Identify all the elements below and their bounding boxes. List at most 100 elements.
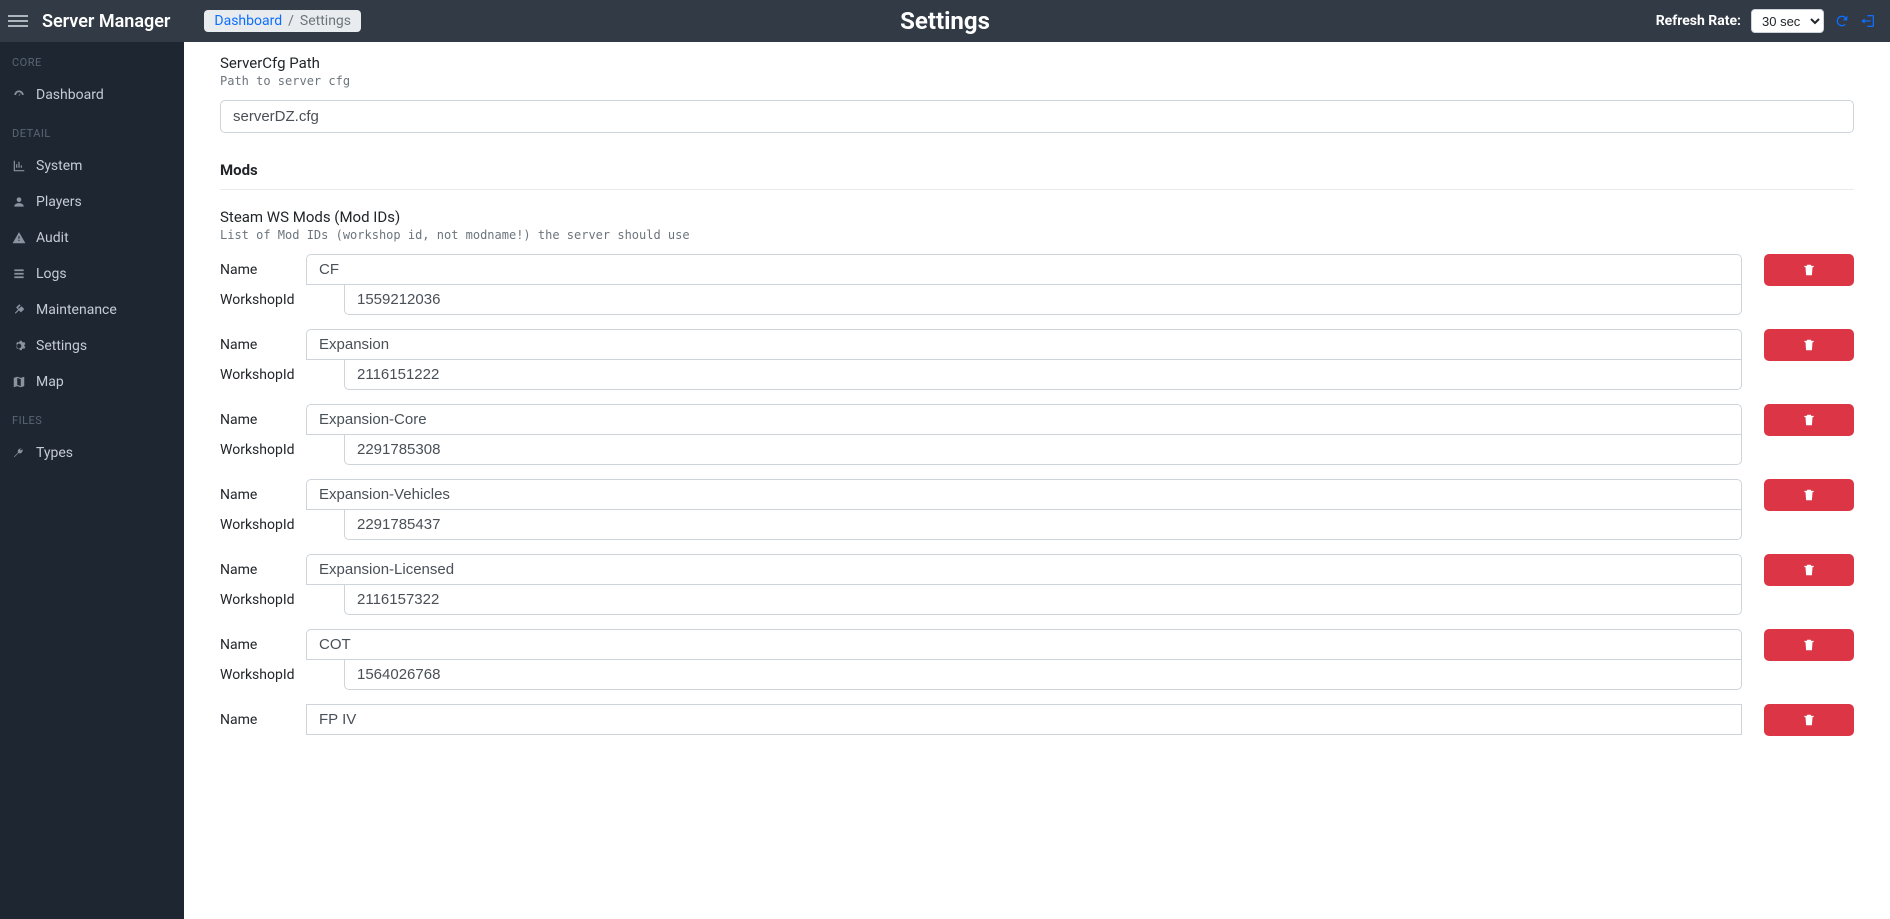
delete-mod-button[interactable] xyxy=(1764,554,1854,586)
logout-icon[interactable] xyxy=(1860,13,1876,29)
sidebar-item-system[interactable]: System xyxy=(0,148,184,184)
mod-fields: Name WorkshopId xyxy=(220,629,1742,690)
tools-icon xyxy=(12,303,26,317)
warning-icon xyxy=(12,231,26,245)
servercfg-label: ServerCfg Path xyxy=(220,54,1854,72)
sidebar-item-label: Dashboard xyxy=(36,87,104,103)
mod-name-label: Name xyxy=(220,337,306,353)
mod-name-input[interactable] xyxy=(306,254,1742,285)
mod-fields: Name WorkshopId xyxy=(220,404,1742,465)
sidebar-item-audit[interactable]: Audit xyxy=(0,220,184,256)
mod-name-label: Name xyxy=(220,637,306,653)
sidebar-item-players[interactable]: Players xyxy=(0,184,184,220)
mods-section-title: Mods xyxy=(220,161,1854,179)
mod-fields: NameWorkshopId xyxy=(220,254,1742,315)
mod-name-row: Name xyxy=(220,629,1742,660)
steam-mods-field: Steam WS Mods (Mod IDs) List of Mod IDs … xyxy=(220,208,1854,736)
sidebar-item-label: Types xyxy=(36,445,73,461)
delete-mod-button[interactable] xyxy=(1764,404,1854,436)
sidebar-item-label: Map xyxy=(36,374,64,390)
menu-toggle[interactable] xyxy=(8,11,28,31)
sidebar-item-map[interactable]: Map xyxy=(0,364,184,400)
mod-name-input[interactable] xyxy=(306,329,1742,360)
delete-mod-button[interactable] xyxy=(1764,329,1854,361)
mod-row: Name WorkshopId xyxy=(220,404,1854,465)
mod-name-row: Name xyxy=(220,404,1742,435)
mod-name-row: Name xyxy=(220,704,1742,735)
user-icon xyxy=(12,195,26,209)
breadcrumb-sep: / xyxy=(282,13,300,29)
mod-name-row: Name xyxy=(220,254,1742,285)
topbar: Server Manager Dashboard / Settings Sett… xyxy=(0,0,1890,42)
delete-mod-button[interactable] xyxy=(1764,704,1854,736)
mod-id-input[interactable] xyxy=(344,584,1742,615)
sidebar-item-label: Audit xyxy=(36,230,69,246)
sidebar-item-label: System xyxy=(36,158,82,174)
sidebar-item-logs[interactable]: Logs xyxy=(0,256,184,292)
mod-id-label: WorkshopId xyxy=(220,367,306,383)
mod-id-input[interactable] xyxy=(344,509,1742,540)
wrench-icon xyxy=(12,446,26,460)
delete-mod-button[interactable] xyxy=(1764,254,1854,286)
sidebar-section-title: FILES xyxy=(0,400,184,435)
mod-id-label: WorkshopId xyxy=(220,517,306,533)
mod-id-input[interactable] xyxy=(344,284,1742,315)
delete-mod-button[interactable] xyxy=(1764,629,1854,661)
sidebar-item-label: Players xyxy=(36,194,82,210)
servercfg-field: ServerCfg Path Path to server cfg xyxy=(220,54,1854,133)
mod-name-label: Name xyxy=(220,712,306,728)
sidebar-item-dashboard[interactable]: Dashboard xyxy=(0,77,184,113)
brand: Server Manager xyxy=(42,11,170,32)
mod-id-row: WorkshopId xyxy=(220,509,1742,540)
mod-id-row: WorkshopId xyxy=(220,659,1742,690)
mod-name-input[interactable] xyxy=(306,404,1742,435)
mod-name-label: Name xyxy=(220,487,306,503)
mod-name-input[interactable] xyxy=(306,704,1742,735)
sidebar-item-label: Logs xyxy=(36,266,67,282)
mod-name-row: Name xyxy=(220,554,1742,585)
sidebar-item-label: Maintenance xyxy=(36,302,117,318)
mod-id-input[interactable] xyxy=(344,434,1742,465)
mod-name-input[interactable] xyxy=(306,554,1742,585)
mod-id-row: WorkshopId xyxy=(220,434,1742,465)
mod-id-input[interactable] xyxy=(344,359,1742,390)
mod-id-row: WorkshopId xyxy=(220,284,1742,315)
page-title: Settings xyxy=(900,7,990,35)
list-icon xyxy=(12,267,26,281)
mod-row: Name WorkshopId xyxy=(220,554,1854,615)
mod-name-row: Name xyxy=(220,329,1742,360)
mod-list: NameWorkshopIdNameWorkshopIdNameWorkshop… xyxy=(220,254,1854,736)
sidebar: COREDashboardDETAILSystemPlayersAuditLog… xyxy=(0,42,184,919)
mod-name-input[interactable] xyxy=(306,629,1742,660)
mod-id-label: WorkshopId xyxy=(220,667,306,683)
mod-fields: Name xyxy=(220,704,1742,735)
mod-id-label: WorkshopId xyxy=(220,442,306,458)
mod-id-input[interactable] xyxy=(344,659,1742,690)
breadcrumb-current: Settings xyxy=(300,13,351,29)
section-divider xyxy=(220,189,1854,190)
refresh-rate-label: Refresh Rate: xyxy=(1656,13,1741,29)
mod-id-row: WorkshopId xyxy=(220,584,1742,615)
servercfg-desc: Path to server cfg xyxy=(220,74,1854,88)
mod-row: Name WorkshopId xyxy=(220,329,1854,390)
sidebar-item-maintenance[interactable]: Maintenance xyxy=(0,292,184,328)
mod-name-input[interactable] xyxy=(306,479,1742,510)
main-content: ServerCfg Path Path to server cfg Mods S… xyxy=(184,42,1890,794)
sidebar-section-title: DETAIL xyxy=(0,113,184,148)
servercfg-input[interactable] xyxy=(220,100,1854,133)
refresh-rate-select[interactable]: 30 sec xyxy=(1751,9,1824,33)
breadcrumb: Dashboard / Settings xyxy=(204,10,361,32)
mod-name-label: Name xyxy=(220,562,306,578)
sidebar-item-types[interactable]: Types xyxy=(0,435,184,471)
mod-id-row: WorkshopId xyxy=(220,359,1742,390)
sidebar-item-settings[interactable]: Settings xyxy=(0,328,184,364)
chart-icon xyxy=(12,159,26,173)
map-icon xyxy=(12,375,26,389)
mod-row: Name xyxy=(220,704,1854,736)
breadcrumb-root[interactable]: Dashboard xyxy=(214,13,282,29)
steam-mods-desc: List of Mod IDs (workshop id, not modnam… xyxy=(220,228,1854,242)
mod-fields: Name WorkshopId xyxy=(220,479,1742,540)
refresh-icon[interactable] xyxy=(1834,13,1850,29)
delete-mod-button[interactable] xyxy=(1764,479,1854,511)
mod-id-label: WorkshopId xyxy=(220,592,306,608)
